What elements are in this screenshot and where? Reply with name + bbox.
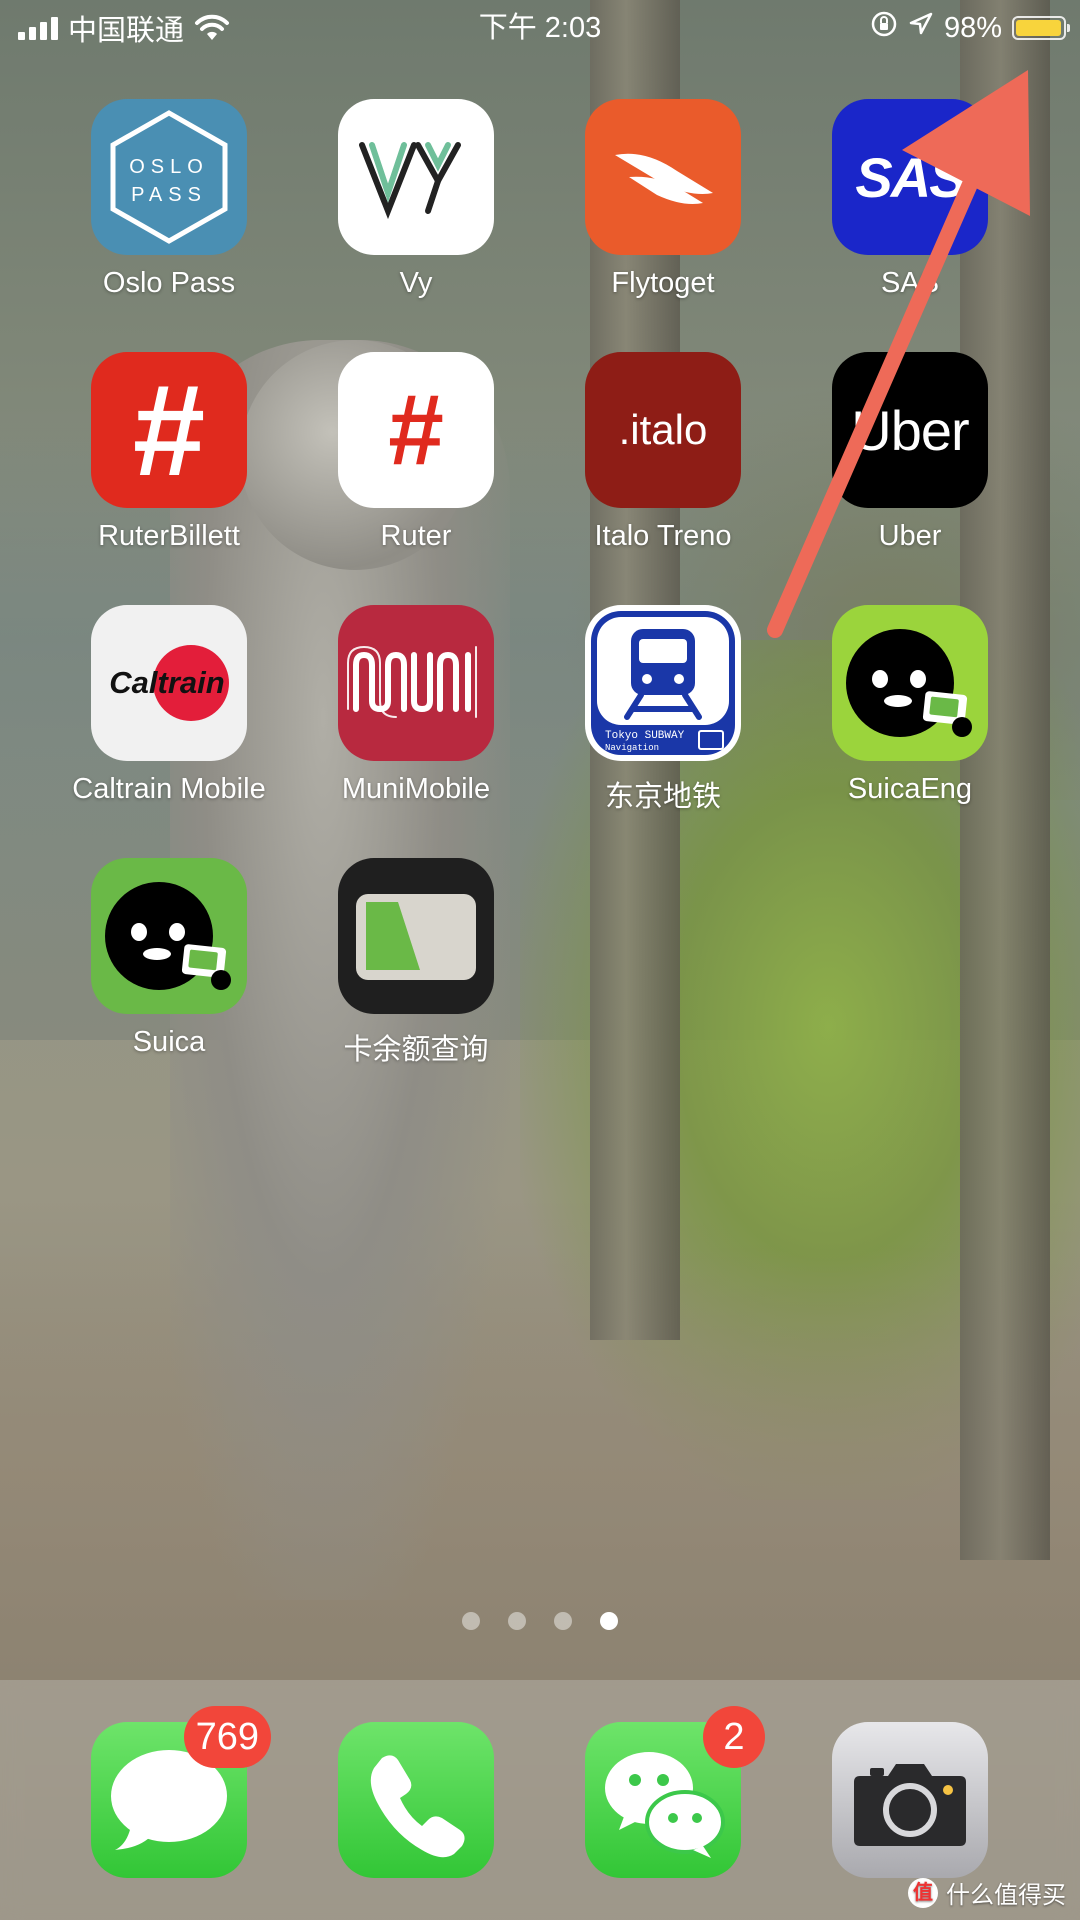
camera-icon bbox=[832, 1722, 988, 1878]
app-ruter[interactable]: # Ruter bbox=[306, 352, 526, 553]
app-sas[interactable]: SAS SAS bbox=[800, 99, 1020, 300]
orientation-lock-icon bbox=[870, 10, 898, 46]
page-indicator[interactable] bbox=[0, 1612, 1080, 1630]
app-italo-treno[interactable]: .italo Italo Treno bbox=[553, 352, 773, 553]
svg-text:Caltrain: Caltrain bbox=[109, 665, 224, 700]
app-label: Vy bbox=[399, 267, 433, 299]
location-arrow-icon bbox=[908, 11, 934, 45]
app-ruterbillett[interactable]: # RuterBillett bbox=[59, 352, 279, 553]
svg-text:OSLO: OSLO bbox=[129, 156, 209, 178]
caltrain-icon: Caltrain bbox=[91, 605, 247, 761]
app-label: RuterBillett bbox=[98, 520, 240, 552]
page-dot[interactable] bbox=[508, 1612, 526, 1630]
app-label: Oslo Pass bbox=[102, 267, 236, 299]
svg-text:PASS: PASS bbox=[131, 184, 207, 206]
sas-wordmark: SAS bbox=[855, 145, 966, 209]
flytoget-icon bbox=[585, 99, 741, 255]
dock-camera[interactable] bbox=[800, 1722, 1020, 1878]
app-label: Caltrain Mobile bbox=[72, 773, 266, 805]
vy-icon bbox=[338, 99, 494, 255]
italo-wordmark: .italo bbox=[618, 406, 708, 453]
battery-icon bbox=[1012, 16, 1070, 40]
page-dot-active[interactable] bbox=[600, 1612, 618, 1630]
status-bar: 中国联通 下午 2:03 98% bbox=[0, 0, 1080, 56]
watermark-text: 什么值得买 bbox=[946, 1882, 1066, 1909]
app-munimobile[interactable]: MuniMobile bbox=[306, 605, 526, 806]
suica-icon bbox=[91, 858, 247, 1014]
app-flytoget[interactable]: Flytoget bbox=[553, 99, 773, 300]
muni-icon bbox=[338, 605, 494, 761]
app-label: MuniMobile bbox=[341, 773, 491, 805]
uber-wordmark: Uber bbox=[851, 398, 969, 462]
app-tokyo-subway[interactable]: Tokyo SUBWAY Navigation 东京地铁 bbox=[553, 605, 773, 815]
app-label: SuicaEng bbox=[847, 773, 973, 805]
notification-badge: 769 bbox=[183, 1706, 271, 1768]
app-card-balance[interactable]: 卡余额查询 bbox=[306, 858, 526, 1068]
app-oslo-pass[interactable]: OSLO PASS Oslo Pass bbox=[59, 99, 279, 300]
app-uber[interactable]: Uber Uber bbox=[800, 352, 1020, 553]
app-label: 东京地铁 bbox=[604, 781, 721, 813]
tokyo-subway-icon: Tokyo SUBWAY Navigation bbox=[585, 605, 741, 761]
uber-icon: Uber bbox=[832, 352, 988, 508]
app-label: 卡余额查询 bbox=[343, 1034, 489, 1066]
app-caltrain-mobile[interactable]: Caltrain Caltrain Mobile bbox=[59, 605, 279, 806]
app-suicaeng[interactable]: SuicaEng bbox=[800, 605, 1020, 806]
italo-icon: .italo bbox=[585, 352, 741, 508]
hash-glyph: # bbox=[132, 357, 206, 503]
app-label: Flytoget bbox=[611, 267, 715, 299]
notification-badge: 2 bbox=[703, 1706, 765, 1768]
ruterbillett-icon: # bbox=[91, 352, 247, 508]
page-dot[interactable] bbox=[462, 1612, 480, 1630]
app-label: Suica bbox=[132, 1026, 206, 1058]
messages-icon: 769 bbox=[91, 1706, 271, 1878]
oslo-pass-icon: OSLO PASS bbox=[91, 99, 247, 255]
ruter-icon: # bbox=[338, 352, 494, 508]
app-label: SAS bbox=[880, 267, 940, 299]
watermark-logo: 值 bbox=[908, 1877, 938, 1908]
card-balance-icon bbox=[338, 858, 494, 1014]
svg-text:Tokyo SUBWAY: Tokyo SUBWAY bbox=[605, 730, 685, 742]
page-dot[interactable] bbox=[554, 1612, 572, 1630]
suica-eng-icon bbox=[832, 605, 988, 761]
dock-phone[interactable] bbox=[306, 1722, 526, 1878]
app-label: Uber bbox=[878, 520, 942, 552]
dock-messages[interactable]: 769 bbox=[59, 1706, 279, 1878]
wechat-icon: 2 bbox=[585, 1706, 765, 1878]
hash-glyph: # bbox=[388, 374, 444, 486]
app-suica[interactable]: Suica bbox=[59, 858, 279, 1059]
app-label: Italo Treno bbox=[594, 520, 732, 552]
battery-percent: 98% bbox=[943, 11, 1002, 44]
svg-text:Navigation: Navigation bbox=[605, 743, 659, 753]
phone-icon bbox=[338, 1722, 494, 1878]
app-label: Ruter bbox=[380, 520, 452, 552]
app-vy[interactable]: Vy bbox=[306, 99, 526, 300]
watermark: 值 什么值得买 bbox=[908, 1875, 1066, 1910]
dock-wechat[interactable]: 2 bbox=[553, 1706, 773, 1878]
sas-icon: SAS bbox=[832, 99, 988, 255]
